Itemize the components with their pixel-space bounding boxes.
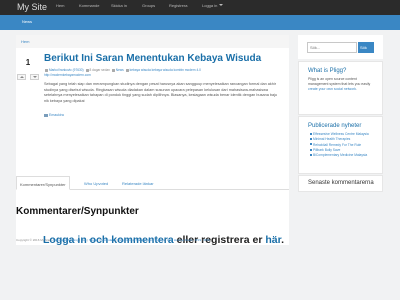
nav-item-groups[interactable]: Groups	[142, 3, 155, 8]
story-category[interactable]: News	[116, 68, 124, 72]
folder-icon	[111, 68, 115, 72]
bullet-icon	[310, 137, 312, 140]
user-icon	[45, 68, 48, 72]
story-author[interactable]: MarkoVrankovic (97630)	[49, 68, 84, 72]
story-title[interactable]: Berikut Ini Saran Menentukan Kebaya Wisu…	[44, 53, 261, 64]
sidebar-published-news: Publicerade nyheter Effessesive Wellness…	[298, 116, 383, 174]
tag-icon	[44, 113, 48, 117]
footer: Copyright © 2016 My Site | Avancerad Sök…	[16, 238, 210, 242]
footer-link-live[interactable]: Live	[81, 238, 87, 242]
sub-navbar: News	[0, 15, 400, 30]
site-brand[interactable]: My Site	[17, 2, 47, 12]
footer-link-rss-2[interactable]: RSS	[204, 238, 210, 242]
chevron-down-icon	[219, 4, 224, 6]
story-tabs: Kommentarer/Synpunkter Who Upvoted Relat…	[16, 176, 289, 190]
tab-related-links[interactable]: Relaterade länkar	[122, 176, 154, 190]
breadcrumb: Hem	[16, 35, 289, 48]
search-button[interactable]: Sök	[358, 42, 374, 53]
story-tag[interactable]: Emaukira	[44, 113, 64, 117]
story-time: 8 dagar sedan	[89, 68, 110, 72]
tab-who-upvoted[interactable]: Who Upvoted	[84, 176, 108, 190]
what-is-pligg-text-1: Pligg is an open source content manageme…	[308, 77, 371, 87]
arrow-up-icon	[19, 76, 24, 78]
published-news-item-label: Effessesive Wellness Centre Malaysia	[313, 132, 369, 136]
sidebar-search: Sök	[298, 35, 383, 59]
published-news-item-label: BiComplementary Medicine Malaysia	[313, 153, 368, 158]
sidebar-what-is-pligg: What is Pligg? Pligg is an open source c…	[298, 61, 383, 115]
story-body: Sebagai yang telah siap dan merampungkan…	[44, 82, 278, 103]
footer-copyright: Copyright © 2016 My Site |	[16, 238, 52, 242]
bullet-icon	[310, 153, 312, 156]
footer-link-tags[interactable]: Taggar	[89, 238, 98, 242]
sidebar-latest-comments: Senaste kommentarerna	[298, 175, 383, 192]
arrow-down-icon	[33, 76, 38, 78]
published-news-item-label: Minimal Health Therapies	[313, 137, 351, 142]
vote-box: 1	[16, 58, 40, 85]
nav-item-register[interactable]: Registrera	[169, 3, 187, 8]
story-tag-label: Emaukira	[49, 113, 64, 117]
what-is-pligg-text-2: .	[356, 87, 358, 92]
nav-item-submit[interactable]: Skicka in	[111, 3, 127, 8]
top-navbar: My Site Hem Kommande Skicka in Groups Re…	[0, 0, 400, 15]
downvote-button[interactable]	[30, 74, 40, 80]
latest-comments-title: Senaste kommentarerna	[308, 180, 374, 186]
tab-comments[interactable]: Kommentarer/Synpunkter	[16, 176, 70, 190]
comments-heading: Kommentarer/Synpunkter	[16, 206, 139, 217]
footer-link-rss[interactable]: RSS	[195, 238, 201, 242]
link-icon	[125, 68, 129, 72]
breadcrumb-home[interactable]: Hem	[21, 39, 29, 44]
published-news-item-label: Rehab4all Remedy For The Rule	[313, 142, 362, 147]
what-is-pligg-text: Pligg is an open source content manageme…	[299, 77, 382, 93]
footer-link-advanced-search[interactable]: Avancerad Sökning	[53, 238, 79, 242]
footer-link-users[interactable]: Användare	[100, 238, 115, 242]
vote-count: 1	[25, 58, 31, 67]
nav-item-upcoming[interactable]: Kommande	[79, 3, 99, 8]
story-url[interactable]: kebaya wisuda kebaya wisuda kombin moder…	[130, 68, 201, 72]
sub-nav-item-news[interactable]: News	[22, 19, 32, 24]
nav-item-home[interactable]: Hem	[56, 3, 64, 8]
footer-link-cms[interactable]: Content Management System	[125, 238, 165, 242]
bullet-icon	[310, 143, 312, 146]
story-domain[interactable]: http://modernkebayamodern.com	[44, 73, 91, 77]
story-meta: MarkoVrankovic (97630) 8 dagar sedan New…	[44, 68, 284, 78]
bullet-icon	[310, 132, 312, 135]
create-social-network-link[interactable]: create your own social network	[308, 87, 356, 91]
clock-icon	[85, 68, 89, 72]
main-content: Hem 1 Berikut Ini Saran Menentukan Kebay…	[16, 35, 289, 246]
published-news-item[interactable]: BiComplementary Medicine Malaysia	[299, 153, 382, 158]
footer-link-hosting[interactable]: Web Hosting Deals	[167, 238, 193, 242]
footer-link-pligg[interactable]: Pligg	[117, 238, 124, 242]
upvote-button[interactable]	[16, 74, 26, 80]
search-input[interactable]	[307, 42, 357, 53]
published-news-item-label: Pillbark Bully Save	[313, 147, 341, 152]
bullet-icon	[310, 148, 312, 151]
nav-item-login-label: Logga in	[202, 3, 218, 8]
nav-item-login[interactable]: Logga in	[202, 3, 224, 8]
published-news-title: Publicerade nyheter	[308, 123, 362, 129]
what-is-pligg-title: What is Pligg?	[308, 68, 347, 74]
